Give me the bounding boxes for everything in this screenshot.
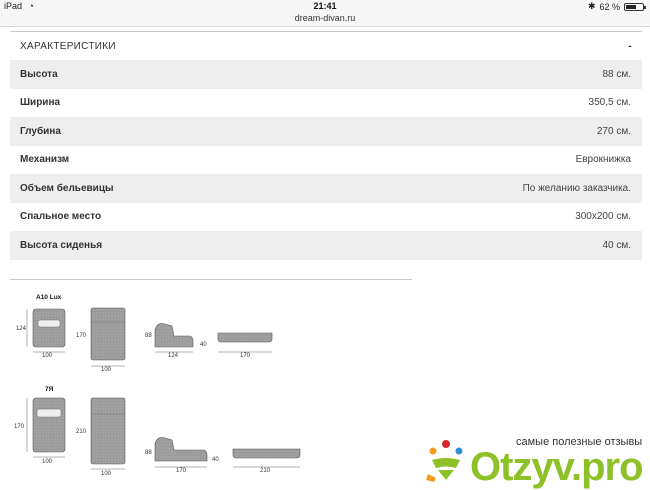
model-2-name: 7Я: [45, 386, 54, 393]
model-2-dim-bed-w: 100: [101, 471, 112, 477]
model-2-dim-side-w: 170: [176, 468, 187, 474]
table-row: Объем бельевицы По желанию заказчика.: [10, 174, 642, 203]
row-label: Ширина: [20, 97, 61, 109]
model-1-side-view: [154, 323, 194, 353]
model-1-dim-bed-h: 170: [76, 333, 87, 339]
model-2-folded-top-view: [26, 397, 66, 458]
model-2-dim-seat-h: 40: [212, 457, 219, 463]
battery-percent: 62 %: [599, 1, 620, 12]
row-label: Механизм: [20, 154, 70, 166]
bluetooth-icon: ✱: [587, 1, 596, 11]
row-value: 40 см.: [602, 239, 631, 251]
table-row: Высота сиденья 40 см.: [10, 231, 642, 260]
table-row: Глубина 270 см.: [10, 117, 642, 146]
model-2-dim-side-h: 88: [145, 450, 152, 456]
model-1-unfolded-side-view: [217, 332, 273, 353]
model-2-side-view: [154, 437, 208, 468]
row-value: Еврокнижка: [575, 154, 631, 166]
row-value: По желанию заказчика.: [522, 182, 631, 194]
model-2-dim-front-w: 100: [42, 459, 53, 465]
row-label: Объем бельевицы: [20, 182, 114, 194]
row-value: 300х200 см.: [575, 211, 631, 223]
row-label: Высота сиденья: [20, 239, 103, 251]
characteristics-title: ХАРАКТЕРИСТИКИ: [20, 40, 116, 52]
battery-fill: [626, 4, 636, 9]
table-row: Спальное место 300х200 см.: [10, 203, 642, 232]
collapse-toggle[interactable]: -: [628, 41, 632, 52]
table-row: Высота 88 см.: [10, 60, 642, 89]
characteristics-table: Высота 88 см. Ширина 350,5 см. Глубина 270 …: [10, 60, 642, 260]
model-1-dim-front-w: 100: [42, 353, 53, 359]
row-value: 270 см.: [596, 125, 631, 137]
row-value: 350,5 см.: [588, 97, 631, 109]
model-1-bed-top-view: [90, 307, 126, 367]
model-1-dim-side-h: 88: [145, 333, 152, 339]
model-2-dim-bed-h: 210: [76, 429, 87, 435]
characteristics-section: ХАРАКТЕРИСТИКИ - Высота 88 см. Ширина 350,…: [10, 31, 642, 260]
row-label: Высота: [20, 68, 58, 80]
model-2-bed-top-view: [90, 397, 126, 470]
clock: 21:41: [313, 1, 337, 11]
otzyv-logo-icon: [426, 440, 463, 482]
table-row: Ширина 350,5 см.: [10, 89, 642, 118]
status-right: ✱ 62 %: [587, 1, 646, 12]
table-row: Механизм Еврокнижка: [10, 146, 642, 175]
model-1-dim-seat-h: 40: [200, 342, 207, 348]
characteristics-header[interactable]: ХАРАКТЕРИСТИКИ -: [10, 31, 642, 60]
otzyv-watermark: самые полезные отзывы Otzyv.pro: [418, 428, 650, 489]
model-1-dim-flat-w: 170: [240, 353, 251, 359]
model-1-folded-top-view: [26, 308, 66, 353]
model-2-unfolded-side-view: [232, 448, 301, 468]
model-1-dim-front-h: 124: [16, 326, 27, 332]
battery-icon: [624, 2, 646, 11]
section-divider: [10, 279, 412, 280]
model-1-dim-side-w: 124: [168, 353, 179, 359]
model-2-dim-flat-w: 210: [260, 468, 271, 474]
status-bar: iPad ◔ 21:41 dream-divan.ru ✱ 62 %: [0, 0, 650, 27]
row-label: Спальное место: [20, 211, 102, 223]
model-1-name: A10 Lux: [36, 294, 62, 301]
otzyv-logo-text: Otzyv.pro: [470, 445, 644, 489]
row-label: Глубина: [20, 125, 61, 137]
model-2-dim-front-h: 170: [14, 424, 25, 430]
model-1-dim-bed-w: 100: [101, 367, 112, 373]
row-value: 88 см.: [602, 68, 631, 80]
address-bar-url[interactable]: dream-divan.ru: [0, 13, 650, 23]
